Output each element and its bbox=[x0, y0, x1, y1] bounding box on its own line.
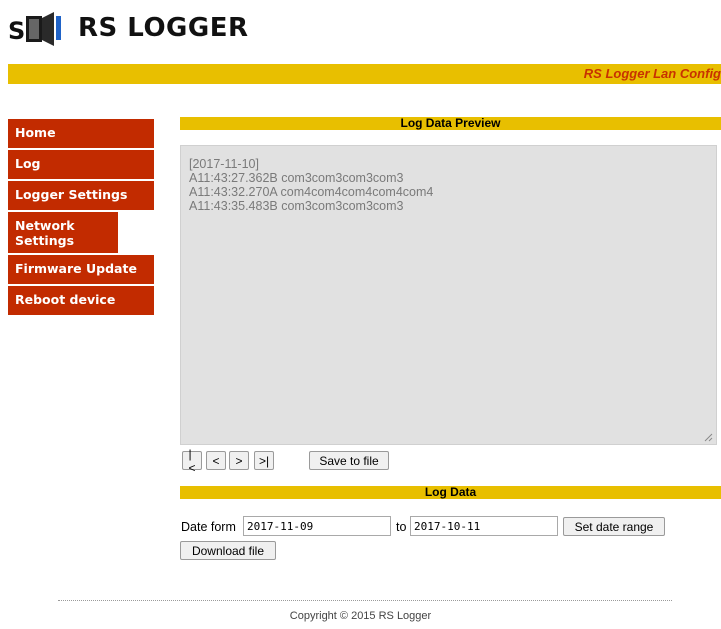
log-line: A11:43:35.483B com3com3com3com3 bbox=[189, 199, 404, 213]
download-file-button[interactable]: Download file bbox=[180, 541, 276, 560]
rs-logo-icon: S bbox=[8, 10, 70, 46]
last-page-button[interactable]: >| bbox=[254, 451, 274, 470]
config-label: RS Logger Lan Config bbox=[583, 66, 721, 81]
next-page-button[interactable]: > bbox=[229, 451, 249, 470]
footer-divider bbox=[58, 600, 672, 601]
sidebar-item-log[interactable]: Log bbox=[8, 150, 154, 179]
app-title: RS LOGGER bbox=[78, 13, 249, 43]
sidebar-item-network-settings[interactable]: Network Settings bbox=[8, 212, 118, 253]
sidebar: Home Log Logger Settings Network Setting… bbox=[8, 119, 154, 317]
sidebar-item-reboot-device[interactable]: Reboot device bbox=[8, 286, 154, 315]
sidebar-item-logger-settings[interactable]: Logger Settings bbox=[8, 181, 154, 210]
log-preview-header: Log Data Preview bbox=[180, 117, 721, 130]
set-date-range-button[interactable]: Set date range bbox=[563, 517, 665, 536]
resize-handle-icon[interactable] bbox=[703, 431, 713, 442]
log-data-header: Log Data bbox=[180, 486, 721, 499]
date-to-label: to bbox=[396, 520, 407, 534]
sidebar-item-firmware-update[interactable]: Firmware Update bbox=[8, 255, 154, 284]
log-line: [2017-11-10] bbox=[189, 157, 259, 171]
log-line: A11:43:32.270A com4com4com4com4com4 bbox=[189, 185, 434, 199]
logo: S RS LOGGER bbox=[8, 8, 249, 48]
top-bar: RS Logger Lan Config bbox=[8, 64, 721, 84]
first-page-button[interactable]: |< bbox=[182, 447, 202, 475]
date-from-input[interactable] bbox=[243, 516, 391, 536]
log-preview-textarea[interactable]: [2017-11-10] A11:43:27.362B com3com3com3… bbox=[180, 145, 717, 445]
sidebar-item-home[interactable]: Home bbox=[8, 119, 154, 148]
svg-text:S: S bbox=[8, 17, 25, 45]
prev-page-button[interactable]: < bbox=[206, 451, 226, 470]
copyright-text: Copyright © 2015 RS Logger bbox=[289, 610, 432, 622]
save-to-file-button[interactable]: Save to file bbox=[309, 451, 389, 470]
date-from-label: Date form bbox=[181, 520, 236, 534]
log-line: A11:43:27.362B com3com3com3com3 bbox=[189, 171, 404, 185]
date-to-input[interactable] bbox=[410, 516, 558, 536]
